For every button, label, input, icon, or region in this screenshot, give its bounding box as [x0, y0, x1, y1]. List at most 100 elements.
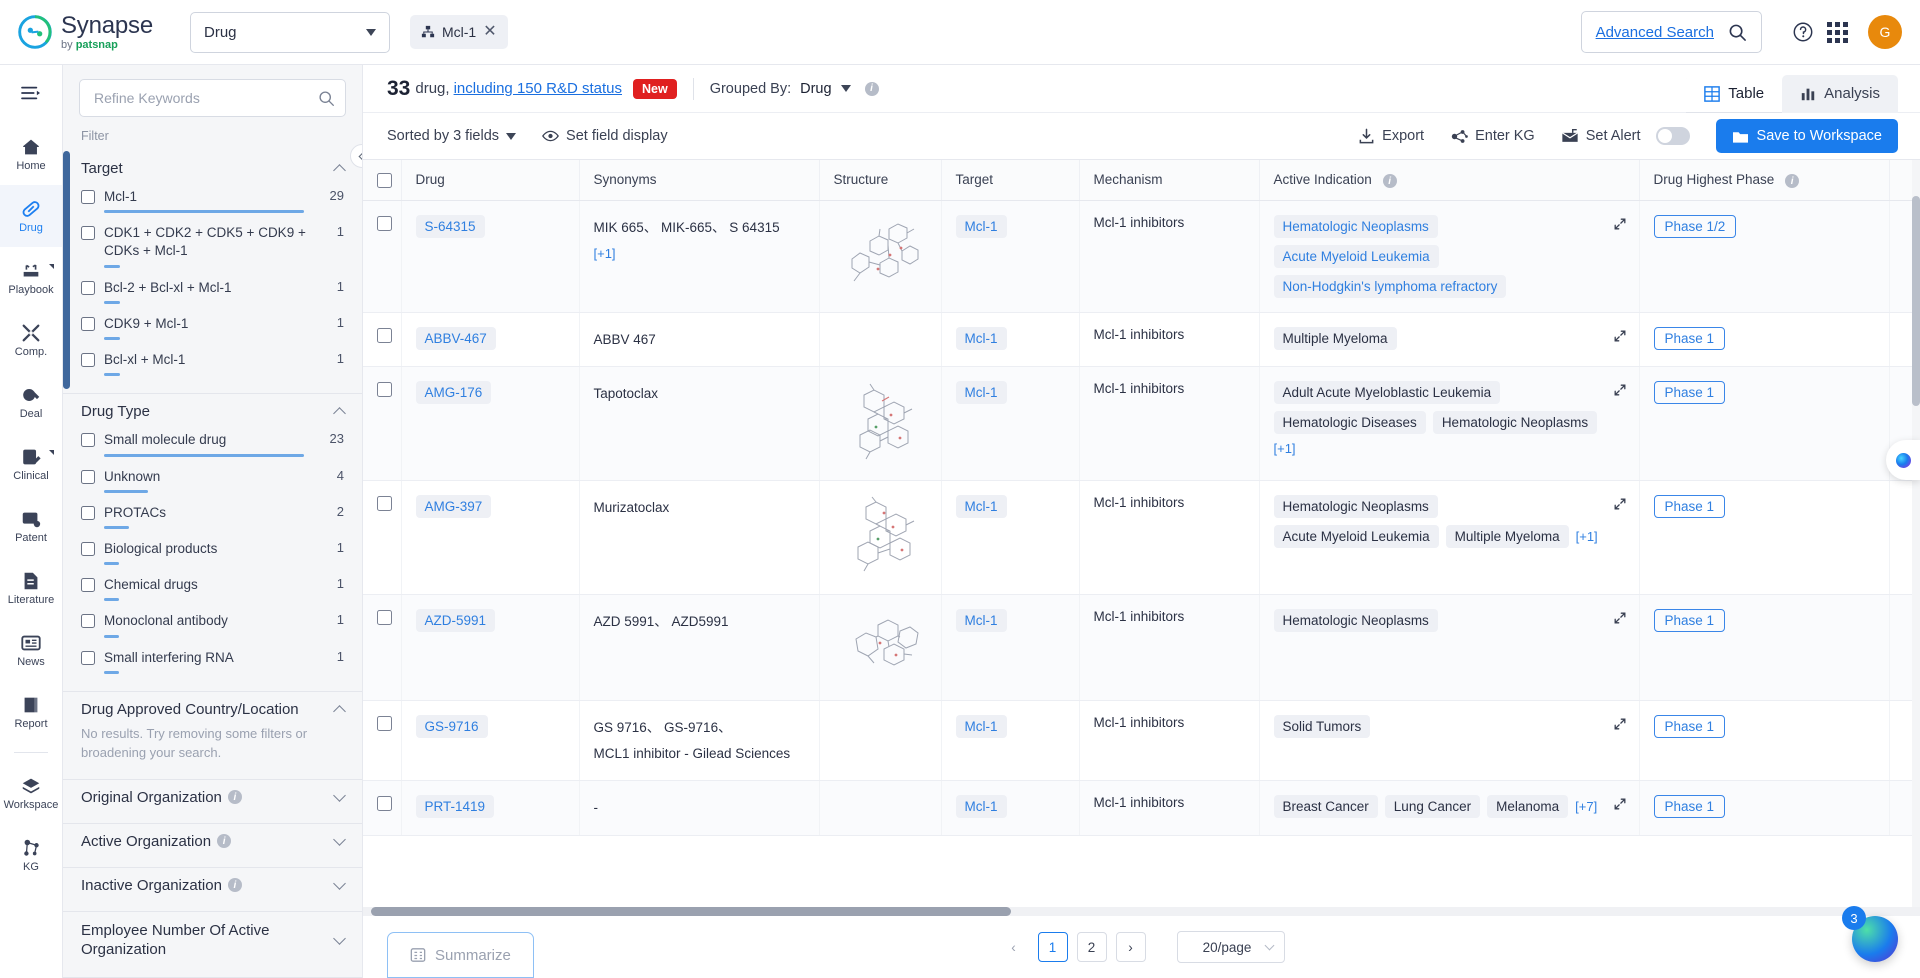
target-tag[interactable]: Mcl-1 — [955, 381, 1007, 405]
sidebar-item-literature[interactable]: Literature — [0, 557, 62, 619]
column-header-synonyms[interactable]: Synonyms — [579, 160, 820, 201]
sidebar-item-home[interactable]: Home — [0, 123, 62, 185]
checkbox[interactable] — [81, 280, 95, 295]
indication-tag[interactable]: Acute Myeloid Leukemia — [1273, 525, 1439, 549]
table-horizontal-scrollbar-thumb[interactable] — [371, 907, 1011, 916]
table-row[interactable]: AZD-5991 AZD 5991、 AZD5991 Mcl-1 Mcl-1 i… — [363, 594, 1920, 702]
indication-tag[interactable]: Adult Acute Myeloblastic Leukemia — [1273, 381, 1501, 405]
help-button[interactable] — [1786, 15, 1820, 49]
expand-icon[interactable] — [1613, 217, 1627, 231]
indication-tag[interactable]: Hematologic Neoplasms — [1273, 214, 1438, 238]
row-checkbox[interactable] — [377, 215, 392, 231]
tab-analysis[interactable]: Analysis — [1782, 74, 1898, 113]
checkbox[interactable] — [81, 433, 95, 448]
drug-link[interactable]: S-64315 — [415, 214, 485, 238]
page-button-2[interactable]: 2 — [1076, 932, 1107, 962]
drug-link[interactable]: AMG-397 — [415, 495, 492, 519]
set-alert-control[interactable]: Set Alert — [1561, 127, 1690, 145]
indication-tag[interactable]: Hematologic Neoplasms — [1273, 495, 1438, 519]
molecule-structure-icon[interactable] — [834, 609, 926, 683]
info-icon[interactable]: i — [1382, 174, 1397, 188]
target-tag[interactable]: Mcl-1 — [955, 495, 1007, 519]
filter-item-monoclonal[interactable]: Monoclonal antibody 1 — [81, 608, 344, 644]
checkbox[interactable] — [81, 614, 95, 629]
filter-item-sirna[interactable]: Small interfering RNA 1 — [81, 645, 344, 681]
column-header-active-indication[interactable]: Active Indication i — [1259, 160, 1640, 201]
sidebar-item-playbook[interactable]: Playbook — [0, 247, 62, 309]
indication-tag[interactable]: Multiple Myeloma — [1273, 326, 1397, 350]
table-vertical-scrollbar-thumb[interactable] — [1912, 196, 1920, 406]
advanced-search-link[interactable]: Advanced Search — [1596, 24, 1714, 41]
expand-icon[interactable] — [1613, 797, 1627, 811]
info-icon[interactable]: i — [217, 834, 232, 849]
sidebar-item-patent[interactable]: Patent — [0, 495, 62, 557]
drug-link[interactable]: GS-9716 — [415, 715, 488, 739]
search-icon[interactable] — [318, 90, 335, 107]
checkbox[interactable] — [81, 650, 95, 665]
sort-fields-button[interactable]: Sorted by 3 fields — [387, 128, 517, 144]
indication-tag[interactable]: Breast Cancer — [1273, 795, 1378, 819]
row-checkbox[interactable] — [377, 382, 392, 398]
tab-table[interactable]: Table — [1686, 74, 1783, 113]
sidebar-item-workspace[interactable]: Workspace — [0, 762, 62, 824]
indication-tag[interactable]: Solid Tumors — [1273, 715, 1371, 739]
indication-tag[interactable]: Non-Hodgkin's lymphoma refractory — [1273, 274, 1507, 298]
sidebar-item-report[interactable]: Report — [0, 681, 62, 743]
search-input[interactable] — [94, 90, 318, 106]
refine-keywords-box[interactable] — [79, 79, 346, 117]
brand-logo[interactable]: Synapse by patsnap — [18, 13, 168, 51]
target-tag[interactable]: Mcl-1 — [955, 609, 1007, 633]
sidebar-item-kg[interactable]: KG — [0, 824, 62, 886]
filter-group-original-organization[interactable]: Original Organization i — [63, 780, 362, 824]
filter-group-employee-number[interactable]: Employee Number Of Active Organization — [63, 912, 362, 978]
info-icon[interactable]: i — [864, 81, 879, 96]
filter-group-header[interactable]: Employee Number Of Active Organization — [81, 912, 346, 967]
grouped-by-value[interactable]: Drug — [800, 81, 831, 97]
table-row[interactable]: GS-9716 GS 9716、 GS-9716、 MCL1 inhibitor… — [363, 700, 1920, 782]
set-field-display-button[interactable]: Set field display — [542, 128, 668, 144]
chevron-down-icon[interactable] — [333, 931, 346, 945]
sidebar-item-news[interactable]: News — [0, 619, 62, 681]
table-row[interactable]: S-64315 MIK 665、 MIK-665、 S 64315 [+1] M… — [363, 200, 1920, 313]
page-size-select[interactable]: 20/page — [1176, 931, 1285, 963]
row-checkbox[interactable] — [377, 716, 392, 732]
search-icon[interactable] — [1728, 23, 1747, 42]
filter-group-header[interactable]: Drug Approved Country/Location — [81, 692, 346, 725]
table-row[interactable]: PRT-1419 - Mcl-1 Mcl-1 inhibitors Breast… — [363, 780, 1920, 837]
target-tag[interactable]: Mcl-1 — [955, 795, 1007, 819]
molecule-structure-icon[interactable] — [834, 381, 926, 463]
column-header-drug-highest-phase[interactable]: Drug Highest Phase i — [1639, 160, 1890, 201]
search-entity-tab[interactable]: Mcl-1 ✕ — [410, 15, 508, 49]
indication-tag[interactable]: Hematologic Neoplasms — [1432, 411, 1598, 435]
expand-icon[interactable] — [1613, 611, 1627, 625]
synonyms-more-link[interactable]: [+1] — [594, 246, 805, 261]
drug-link[interactable]: AMG-176 — [415, 381, 492, 405]
expand-icon[interactable] — [1613, 329, 1627, 343]
row-checkbox[interactable] — [377, 610, 392, 626]
chevron-down-icon[interactable] — [333, 832, 346, 846]
row-checkbox[interactable] — [377, 496, 392, 512]
chevron-down-icon[interactable] — [333, 788, 346, 802]
assistant-badge-count[interactable]: 3 — [1842, 906, 1866, 930]
row-checkbox[interactable] — [377, 796, 392, 812]
row-checkbox[interactable] — [377, 327, 392, 343]
filter-item-chemical[interactable]: Chemical drugs 1 — [81, 572, 344, 608]
indication-tag[interactable]: Acute Myeloid Leukemia — [1273, 244, 1439, 268]
filter-item-biological[interactable]: Biological products 1 — [81, 536, 344, 572]
table-row[interactable]: AMG-397 Murizatoclax Mcl-1 Mcl-1 inhibit… — [363, 480, 1920, 596]
filter-scrollbar[interactable] — [63, 123, 70, 978]
next-page-button[interactable]: › — [1115, 932, 1146, 962]
info-icon[interactable]: i — [1785, 174, 1800, 188]
prev-page-button[interactable]: ‹ — [998, 932, 1029, 962]
filter-group-header[interactable]: Original Organization i — [81, 780, 346, 813]
sidebar-item-comp[interactable]: Comp. — [0, 309, 62, 371]
target-tag[interactable]: Mcl-1 — [955, 715, 1007, 739]
save-to-workspace-button[interactable]: Save to Workspace — [1715, 119, 1898, 153]
indications-more-link[interactable]: [+1] — [1274, 441, 1296, 456]
chevron-up-icon[interactable] — [333, 164, 346, 177]
molecule-structure-icon[interactable] — [834, 495, 926, 577]
indication-tag[interactable]: Hematologic Diseases — [1273, 411, 1426, 435]
sidebar-item-deal[interactable]: Deal — [0, 371, 62, 433]
checkbox[interactable] — [81, 190, 95, 204]
table-row[interactable]: ABBV-467 ABBV 467 Mcl-1 Mcl-1 inhibitors… — [363, 312, 1920, 368]
